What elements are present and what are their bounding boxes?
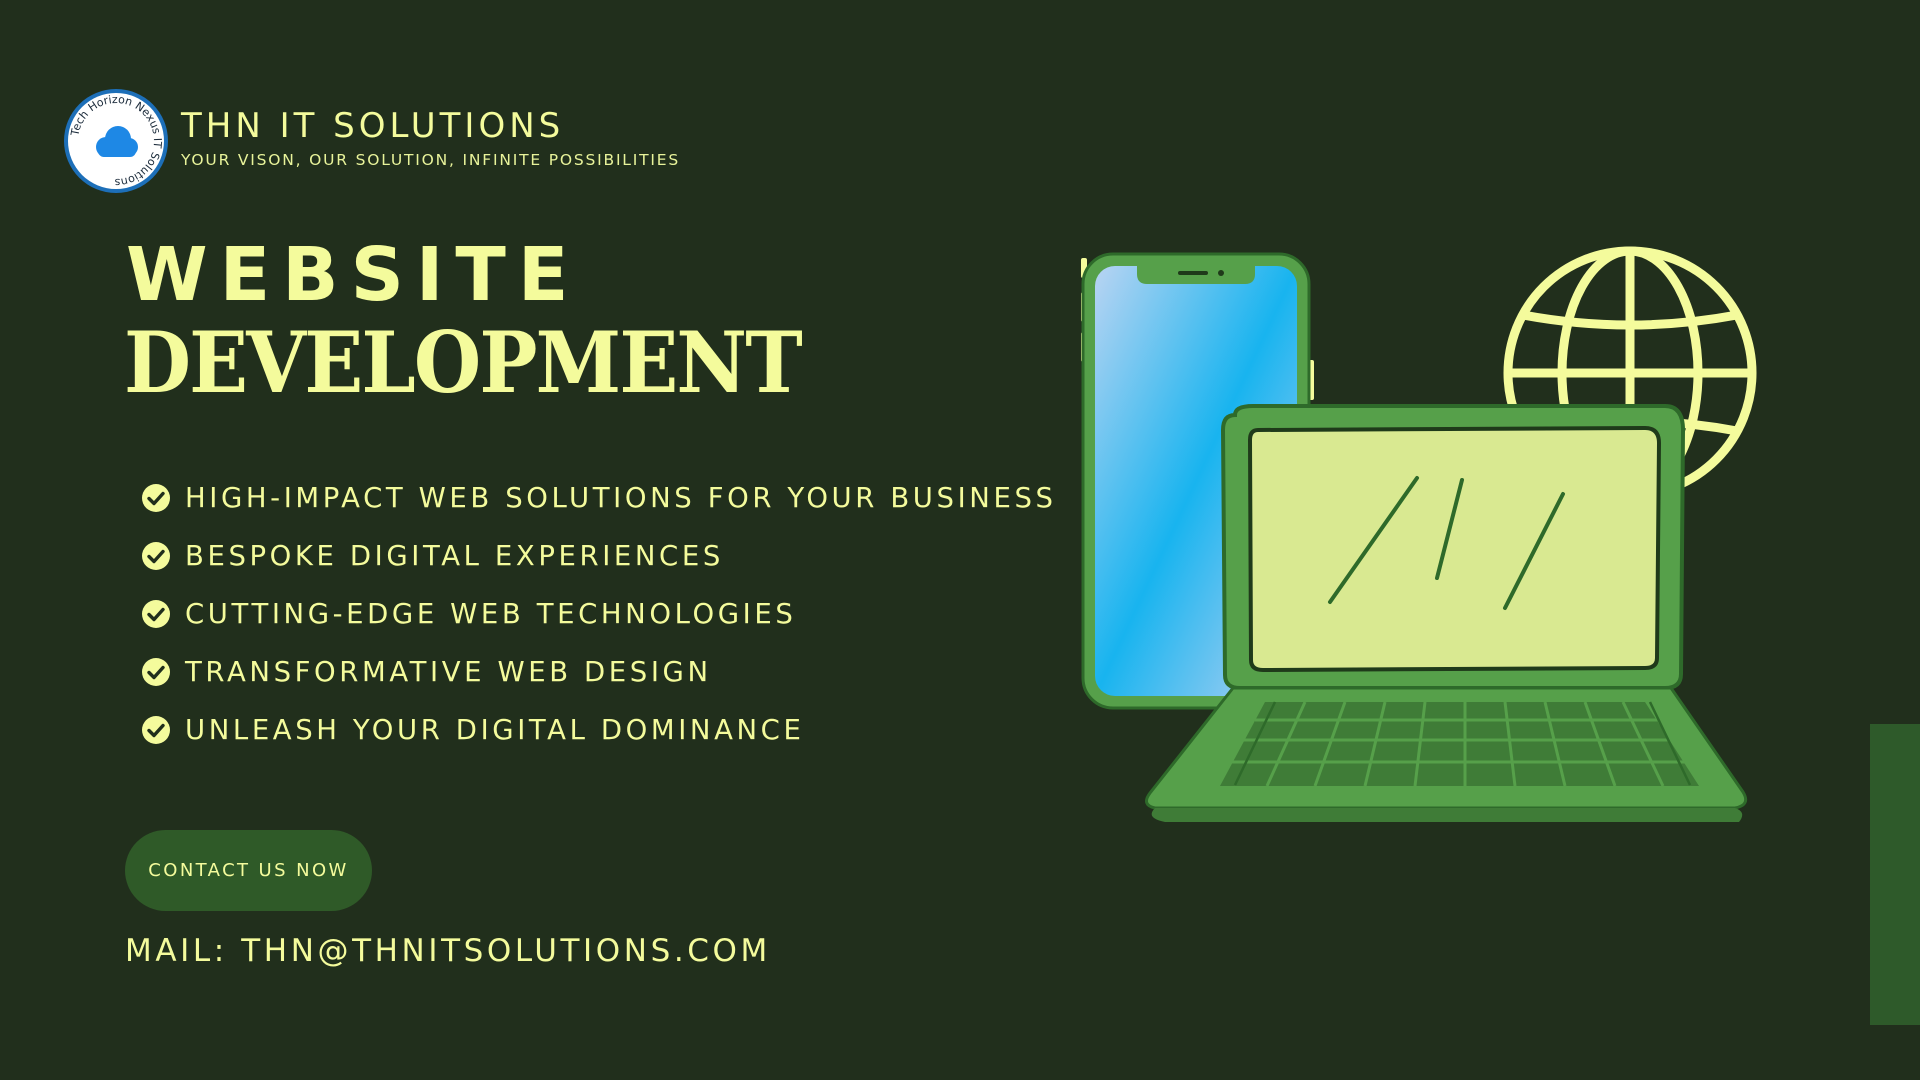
hero-title-line2: DEVELOPMENT [124,313,803,412]
devices-illustration [1075,240,1775,840]
contact-us-button[interactable]: CONTACT US NOW [125,830,372,911]
feature-text: HIGH-IMPACT WEB SOLUTIONS FOR YOUR BUSIN… [185,482,1057,514]
feature-text: UNLEASH YOUR DIGITAL DOMINANCE [185,714,805,746]
feature-text: CUTTING-EDGE WEB TECHNOLOGIES [185,598,797,630]
logo-badge-icon: Tech Horizon Nexus IT Solutions [64,89,168,193]
check-circle-icon [142,542,170,570]
side-accent-bar [1870,724,1920,1025]
feature-list: HIGH-IMPACT WEB SOLUTIONS FOR YOUR BUSIN… [141,469,1091,759]
brand-name: THN IT SOLUTIONS [181,106,565,146]
feature-item: CUTTING-EDGE WEB TECHNOLOGIES [141,585,1091,643]
brand-tagline: YOUR VISON, OUR SOLUTION, INFINITE POSSI… [181,151,680,169]
check-circle-icon [142,716,170,744]
feature-item: HIGH-IMPACT WEB SOLUTIONS FOR YOUR BUSIN… [141,469,1091,527]
laptop-icon [1144,404,1748,822]
feature-text: BESPOKE DIGITAL EXPERIENCES [185,540,724,572]
logo-badge: Tech Horizon Nexus IT Solutions [62,87,170,195]
feature-item: UNLEASH YOUR DIGITAL DOMINANCE [141,701,1091,759]
feature-item: TRANSFORMATIVE WEB DESIGN [141,643,1091,701]
check-circle-icon [142,484,170,512]
contact-mail[interactable]: MAIL: THN@THNITSOLUTIONS.COM [125,933,771,969]
check-circle-icon [142,600,170,628]
hero-title-line1: WEBSITE [126,232,581,318]
check-circle-icon [142,658,170,686]
feature-text: TRANSFORMATIVE WEB DESIGN [185,656,712,688]
feature-item: BESPOKE DIGITAL EXPERIENCES [141,527,1091,585]
